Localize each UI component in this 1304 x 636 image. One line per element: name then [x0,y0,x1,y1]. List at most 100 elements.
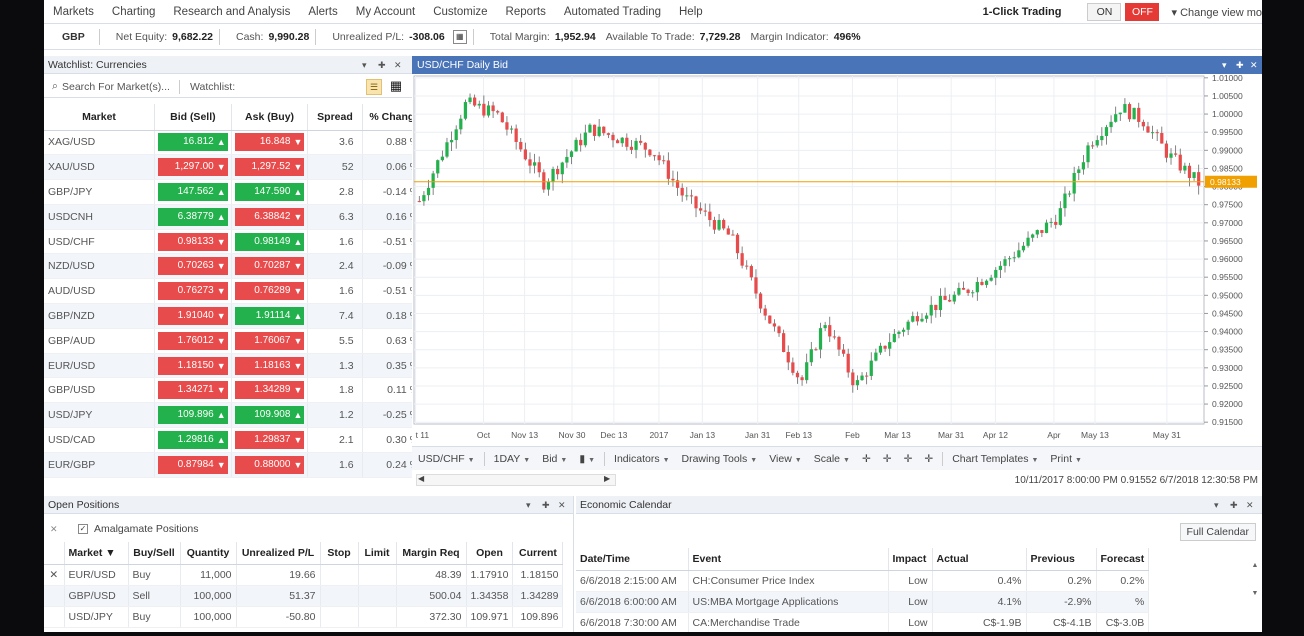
one-click-on-button[interactable]: ON [1087,3,1122,21]
chart-scrollbar[interactable] [416,474,616,486]
chart-templates-menu[interactable]: Chart Templates ▼ [946,453,1044,465]
calendar-row[interactable]: 6/6/2018 2:15:00 AM CH:Consumer Price Ind… [576,570,1150,592]
bid-price-button[interactable]: 147.562 ▲ [158,182,228,201]
one-click-off-button[interactable]: OFF [1125,3,1160,21]
col-open[interactable]: Open [466,542,514,565]
watchlist-row[interactable]: EUR/USD 1.18150 ▼ 1.18163 ▼ 1.3 0.35 % [44,353,429,379]
col-side[interactable]: Buy/Sell [128,542,181,565]
col-event[interactable]: Event [688,548,889,571]
pin-icon[interactable]: ✚ [378,56,386,74]
indicators-menu[interactable]: Indicators ▼ [608,453,675,465]
ask-price-button[interactable]: 0.88000 ▼ [234,455,305,474]
ask-price-button[interactable]: 1.34289 ▼ [234,381,305,400]
calculator-icon[interactable]: ▦ [452,29,467,44]
close-icon[interactable]: ✕ [1246,496,1254,514]
interval-selector[interactable]: 1DAY ▼ [488,453,537,465]
bid-price-button[interactable]: 1.76012 ▼ [158,331,228,350]
menu-help[interactable]: Help [670,6,712,18]
position-row[interactable]: ✕ EUR/USD Buy 11,000 19.66 48.39 1.17910 1.1815… [44,564,564,586]
watchlist-row[interactable]: NZD/USD 0.70263 ▼ 0.70287 ▼ 2.4 -0.09 % [44,253,429,280]
watchlist-row[interactable]: GBP/NZD 1.91040 ▼ 1.91114 ▲ 7.4 0.18 % [44,303,429,329]
bid-price-button[interactable]: 1.18150 ▼ [158,356,228,375]
ask-price-button[interactable]: 1.91114 ▲ [234,306,305,325]
filter-icon[interactable]: ▼ [105,547,115,559]
col-stop[interactable]: Stop [320,542,359,565]
ask-price-button[interactable]: 6.38842 ▼ [234,207,305,226]
bid-price-button[interactable]: 6.38779 ▲ [158,207,228,226]
menu-reports[interactable]: Reports [497,6,555,18]
scroll-up-icon[interactable]: ▲ [1252,562,1259,569]
amalgamate-checkbox[interactable]: ✓ [78,524,88,534]
ask-price-button[interactable]: 0.76289 ▼ [234,282,305,301]
bid-price-button[interactable]: 0.87984 ▼ [158,455,228,474]
ask-price-button[interactable]: 1.29837 ▼ [234,430,305,449]
col-market[interactable]: Market [44,104,156,131]
list-view-icon[interactable]: ☰ [366,79,382,95]
col-ask[interactable]: Ask (Buy) [231,104,309,131]
scroll-down-icon[interactable]: ▼ [1252,590,1259,597]
ask-price-button[interactable]: 0.98149 ▲ [234,232,305,251]
col-actual[interactable]: Actual [932,548,1027,571]
full-calendar-button[interactable]: Full Calendar [1179,523,1256,541]
col-datetime[interactable]: Date/Time [576,548,689,571]
close-icon[interactable]: ✕ [1250,56,1258,74]
print-menu[interactable]: Print ▼ [1044,453,1088,465]
price-type-selector[interactable]: Bid ▼ [536,453,573,465]
panel-menu-icon[interactable]: ▾ [362,56,367,74]
panel-menu-icon[interactable]: ▾ [1222,56,1227,74]
menu-my-account[interactable]: My Account [347,6,424,18]
bid-price-button[interactable]: 0.76273 ▼ [158,282,228,301]
expand-icon[interactable]: ✕ [50,524,64,535]
bid-price-button[interactable]: 109.896 ▲ [158,406,228,425]
pan-icon[interactable]: ✛ [898,453,919,465]
bid-price-button[interactable]: 1,297.00 ▼ [158,158,228,177]
grid-view-icon[interactable]: ▦ [388,79,404,95]
col-margin[interactable]: Margin Req [396,542,467,565]
ask-price-button[interactable]: 1.76067 ▼ [234,331,305,350]
watchlist-selector-label[interactable]: Watchlist: [190,81,235,93]
col-previous[interactable]: Previous [1026,548,1097,571]
col-market[interactable]: Market ▼ [64,542,129,565]
pin-icon[interactable]: ✚ [542,496,550,514]
position-row[interactable]: USD/JPY Buy 100,000 -50.80 372.30 109.971 109.… [44,606,564,628]
panel-menu-icon[interactable]: ▾ [1214,496,1219,514]
ask-price-button[interactable]: 1.18163 ▼ [234,356,305,375]
col-impact[interactable]: Impact [888,548,933,571]
watchlist-row[interactable]: AUD/USD 0.76273 ▼ 0.76289 ▼ 1.6 -0.51 % [44,278,429,305]
watchlist-row[interactable]: USD/JPY 109.896 ▲ 109.908 ▲ 1.2 -0.25 % [44,402,429,429]
drawing-tools-menu[interactable]: Drawing Tools ▼ [676,453,764,465]
watchlist-row[interactable]: USD/CHF 0.98133 ▼ 0.98149 ▲ 1.6 -0.51 % [44,229,429,255]
menu-alerts[interactable]: Alerts [299,6,346,18]
bid-price-button[interactable]: 0.70263 ▼ [158,257,228,276]
watchlist-row[interactable]: USDCNH 6.38779 ▲ 6.38842 ▼ 6.3 0.16 % [44,204,429,230]
bid-price-button[interactable]: 1.34271 ▼ [158,381,228,400]
panel-menu-icon[interactable]: ▾ [526,496,531,514]
menu-automated-trading[interactable]: Automated Trading [555,6,670,18]
scroll-left-icon[interactable]: ◀ [418,474,424,483]
calendar-row[interactable]: 6/6/2018 7:30:00 AM CA:Merchandise Trade L… [576,612,1150,632]
bid-price-button[interactable]: 1.91040 ▼ [158,306,228,325]
ask-price-button[interactable]: 16.848 ▼ [234,133,305,152]
menu-charting[interactable]: Charting [103,6,164,18]
calendar-scrollbar[interactable]: ▲ ▼ [1250,562,1260,622]
watchlist-row[interactable]: GBP/JPY 147.562 ▲ 147.590 ▲ 2.8 -0.14 % [44,179,429,205]
scale-menu[interactable]: Scale ▼ [808,453,856,465]
col-spread[interactable]: Spread [307,104,363,131]
menu-customize[interactable]: Customize [424,6,496,18]
zoom-out-icon[interactable]: ✛ [877,453,898,465]
col-qty[interactable]: Quantity [180,542,237,565]
view-menu[interactable]: View ▼ [763,453,808,465]
market-search-input[interactable]: Search For Market(s)... [62,79,180,94]
expand-icon[interactable]: ✕ [49,569,58,581]
watchlist-row[interactable]: GBP/USD 1.34271 ▼ 1.34289 ▼ 1.8 0.11 % [44,377,429,404]
ask-price-button[interactable]: 0.70287 ▼ [234,257,305,276]
col-forecast[interactable]: Forecast [1096,548,1150,571]
position-row[interactable]: GBP/USD Sell 100,000 51.37 500.04 1.34358 1.34… [44,585,564,607]
watchlist-row[interactable]: GBP/AUD 1.76012 ▼ 1.76067 ▼ 5.5 0.63 % [44,328,429,354]
menu-research[interactable]: Research and Analysis [164,6,299,18]
close-icon[interactable]: ✕ [558,496,566,514]
scroll-right-icon[interactable]: ▶ [604,474,610,483]
pin-icon[interactable]: ✚ [1236,56,1244,74]
bid-price-button[interactable]: 0.98133 ▼ [158,232,228,251]
col-limit[interactable]: Limit [358,542,397,565]
